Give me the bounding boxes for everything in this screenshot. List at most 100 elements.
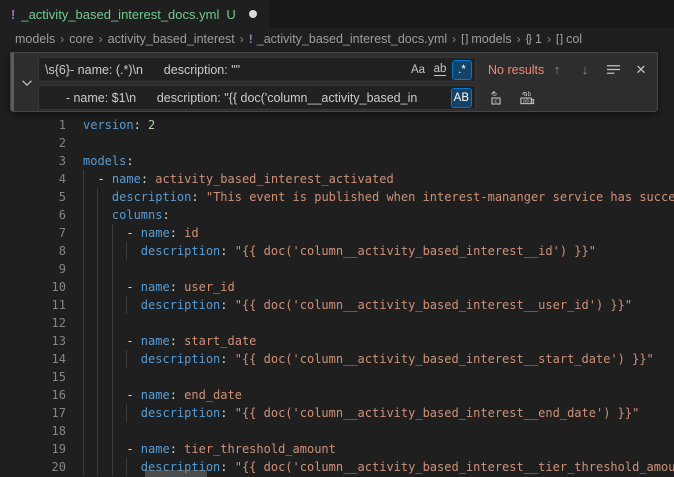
replace-input-value: - name: $1\n description: "{{ doc('colum… bbox=[45, 91, 417, 105]
syntax-token: : bbox=[220, 298, 234, 312]
line-number: 18 bbox=[0, 422, 66, 440]
line-number: 9 bbox=[0, 260, 66, 278]
code-line-text[interactable]: description: "This event is published wh… bbox=[66, 188, 674, 206]
code-line-text[interactable] bbox=[66, 134, 674, 152]
code-line-text[interactable]: - name: activity_based_interest_activate… bbox=[66, 170, 674, 188]
code-line-text[interactable]: description: "{{ doc('column__activity_b… bbox=[66, 296, 674, 314]
code-line-text[interactable]: - name: id bbox=[66, 224, 674, 242]
code-line: 8 description: "{{ doc('column__activity… bbox=[0, 242, 674, 260]
syntax-token: - bbox=[83, 172, 112, 186]
code-line-text[interactable]: - name: tier_threshold_amount bbox=[66, 440, 674, 458]
tab-bar: ! _activity_based_interest_docs.yml U bbox=[0, 0, 674, 28]
breadcrumb-item-core[interactable]: core bbox=[69, 32, 93, 46]
syntax-token: tier_threshold_amount bbox=[184, 442, 336, 456]
code-line-text[interactable]: description: "{{ doc('column__activity_b… bbox=[66, 404, 674, 422]
breadcrumb-item-label: core bbox=[69, 32, 93, 46]
find-previous-button[interactable]: ↑ bbox=[549, 62, 565, 78]
indent-guide bbox=[83, 422, 84, 440]
syntax-token: : bbox=[170, 334, 184, 348]
array-symbol-icon: [ ] bbox=[556, 33, 562, 45]
code-line-text[interactable] bbox=[66, 314, 674, 332]
horizontal-scrollbar-thumb[interactable] bbox=[145, 470, 207, 477]
code-line: 13 - name: start_date bbox=[0, 332, 674, 350]
indent-guide bbox=[112, 314, 113, 332]
tab-active-file[interactable]: ! _activity_based_interest_docs.yml U bbox=[0, 0, 269, 28]
line-number: 11 bbox=[0, 296, 66, 314]
syntax-token: "{{ doc('column__activity_based_interest… bbox=[235, 298, 632, 312]
breadcrumb-item-models[interactable]: [ ]models bbox=[461, 32, 511, 46]
code-line-text[interactable]: description: "{{ doc('column__activity_b… bbox=[66, 242, 674, 260]
code-line-text[interactable]: - name: start_date bbox=[66, 332, 674, 350]
code-line-text[interactable] bbox=[66, 260, 674, 278]
syntax-token: start_date bbox=[184, 334, 256, 348]
line-number: 12 bbox=[0, 314, 66, 332]
indent-guide bbox=[97, 422, 98, 440]
replace-all-button[interactable]: ab ab bbox=[519, 90, 535, 106]
find-input-value: \s{6}- name: (.*)\n description: "" bbox=[45, 63, 240, 77]
syntax-token: name bbox=[141, 334, 170, 348]
indent-guide bbox=[83, 278, 84, 296]
find-input[interactable]: \s{6}- name: (.*)\n description: "" Aa a… bbox=[38, 57, 476, 82]
code-line-text[interactable]: version: 2 bbox=[66, 116, 674, 134]
code-line-text[interactable]: description: "{{ doc('column__activity_b… bbox=[66, 350, 674, 368]
indent-guide bbox=[83, 260, 84, 278]
code-line-text[interactable]: - name: end_date bbox=[66, 386, 674, 404]
indent-guide bbox=[83, 242, 84, 260]
syntax-token: : bbox=[141, 172, 155, 186]
line-number: 8 bbox=[0, 242, 66, 260]
code-line: 20 description: "{{ doc('column__activit… bbox=[0, 458, 674, 476]
dirty-dot-icon[interactable] bbox=[249, 10, 257, 18]
breadcrumb-separator: › bbox=[517, 32, 521, 46]
indent-guide bbox=[112, 368, 113, 386]
whole-word-button[interactable]: ab bbox=[430, 60, 450, 80]
indent-guide bbox=[97, 368, 98, 386]
regex-button[interactable]: .* bbox=[452, 60, 472, 80]
syntax-token: : bbox=[191, 190, 205, 204]
toggle-replace-button[interactable] bbox=[19, 75, 35, 91]
close-find-widget-button[interactable]: ✕ bbox=[633, 62, 649, 78]
breadcrumb-item-col[interactable]: [ ]col bbox=[556, 32, 582, 46]
code-line-text[interactable]: models: bbox=[66, 152, 674, 170]
indent-guide bbox=[126, 296, 127, 314]
code-line: 15 bbox=[0, 368, 674, 386]
match-case-button[interactable]: Aa bbox=[408, 60, 428, 80]
breadcrumb-item-label: activity_based_interest bbox=[108, 32, 235, 46]
breadcrumb-item-label: 1 bbox=[535, 32, 542, 46]
syntax-token: "{{ doc('column__activity_based_interest… bbox=[235, 244, 596, 258]
code-line-text[interactable]: columns: bbox=[66, 206, 674, 224]
indent-guide bbox=[112, 422, 113, 440]
replace-input[interactable]: - name: $1\n description: "{{ doc('colum… bbox=[38, 85, 476, 110]
code-line: 6 columns: bbox=[0, 206, 674, 224]
line-number: 6 bbox=[0, 206, 66, 224]
line-number: 19 bbox=[0, 440, 66, 458]
indent-guide bbox=[83, 386, 84, 404]
git-status-badge: U bbox=[226, 7, 235, 22]
replace-button[interactable]: b c bbox=[489, 90, 505, 106]
indent-guide bbox=[112, 440, 113, 458]
breadcrumb-item--activity-based-interest-docs-yml[interactable]: !_activity_based_interest_docs.yml bbox=[249, 32, 447, 46]
code-line: 5 description: "This event is published … bbox=[0, 188, 674, 206]
code-line: 7 - name: id bbox=[0, 224, 674, 242]
code-line-text[interactable]: - name: user_id bbox=[66, 278, 674, 296]
code-line: 19 - name: tier_threshold_amount bbox=[0, 440, 674, 458]
find-widget-resize-sash[interactable] bbox=[11, 53, 14, 111]
syntax-token: models bbox=[83, 154, 126, 168]
breadcrumb-item-activity-based-interest[interactable]: activity_based_interest bbox=[108, 32, 235, 46]
syntax-token: description bbox=[141, 298, 220, 312]
indent-guide bbox=[97, 242, 98, 260]
code-line-text[interactable] bbox=[66, 422, 674, 440]
find-in-selection-button[interactable] bbox=[605, 62, 621, 78]
indent-guide bbox=[97, 440, 98, 458]
breadcrumb-item-models[interactable]: models bbox=[15, 32, 55, 46]
breadcrumb-item-1[interactable]: {} 1 bbox=[526, 32, 542, 46]
editor-code-area: 1version: 223models:4 - name: activity_b… bbox=[0, 116, 674, 476]
find-next-button[interactable]: ↓ bbox=[577, 62, 593, 78]
syntax-token: 2 bbox=[148, 118, 155, 132]
syntax-token: : bbox=[126, 154, 133, 168]
preserve-case-button[interactable]: AB bbox=[451, 88, 472, 108]
code-line-text[interactable] bbox=[66, 368, 674, 386]
line-number: 16 bbox=[0, 386, 66, 404]
object-symbol-icon: {} bbox=[526, 33, 531, 45]
indent-guide bbox=[97, 314, 98, 332]
code-line: 18 bbox=[0, 422, 674, 440]
